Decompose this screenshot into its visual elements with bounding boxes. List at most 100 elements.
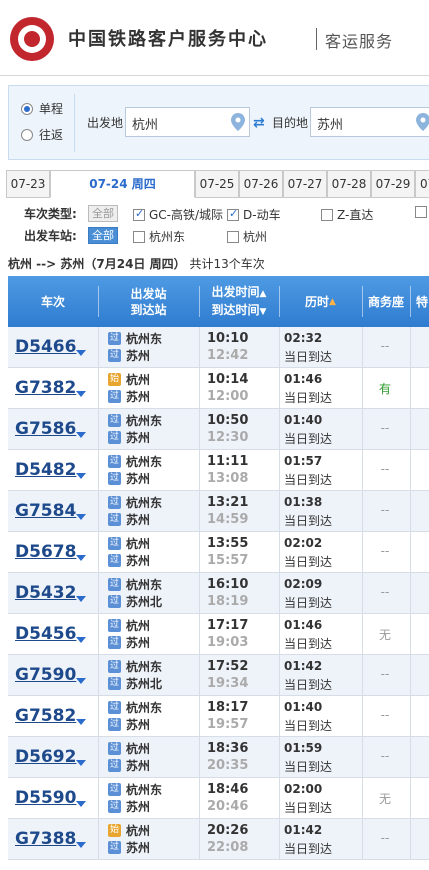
train-number-link[interactable]: G7584 — [15, 501, 76, 521]
filter-gc[interactable]: GC-高铁/城际 — [133, 206, 223, 223]
date-tab[interactable]: 07-25 — [195, 170, 239, 198]
departure-time: 20:26 — [207, 823, 249, 838]
checkbox-label: 杭州 — [243, 230, 268, 244]
date-tab[interactable]: 07-23 — [6, 170, 50, 198]
filter-z[interactable]: Z-直达 — [321, 206, 373, 223]
date-tab[interactable]: 07-27 — [283, 170, 327, 198]
train-number-link[interactable]: G7388 — [15, 829, 76, 849]
train-number-link[interactable]: D5590 — [15, 788, 76, 808]
divider — [199, 368, 200, 409]
expand-stops-icon[interactable] — [76, 473, 86, 479]
location-pin-icon[interactable] — [416, 113, 429, 131]
expand-stops-icon[interactable] — [76, 596, 86, 602]
sort-up-icon[interactable]: ▲ — [329, 294, 336, 310]
station-type-badge: 始 — [108, 824, 121, 837]
col-station[interactable]: 出发站 到达站 — [98, 276, 199, 327]
train-number-link[interactable]: D5456 — [15, 624, 76, 644]
expand-stops-icon[interactable] — [76, 842, 86, 848]
station-type-badge: 过 — [108, 349, 121, 362]
arrival-station: 苏州北 — [126, 677, 163, 691]
duration: 02:00 — [284, 782, 323, 796]
filter-d[interactable]: D-动车 — [227, 206, 281, 223]
duration: 01:42 — [284, 823, 323, 837]
station-all-button[interactable]: 全部 — [88, 227, 118, 244]
departure-time: 17:17 — [207, 618, 249, 633]
arrive-note: 当日到达 — [284, 473, 333, 487]
expand-stops-icon[interactable] — [76, 760, 86, 766]
arrive-note: 当日到达 — [284, 719, 333, 733]
train-number-link[interactable]: D5432 — [15, 583, 76, 603]
radio-icon[interactable] — [21, 102, 33, 115]
to-field[interactable]: 苏州 — [310, 107, 429, 137]
filter-more[interactable] — [415, 206, 429, 218]
table-row[interactable]: D5590 过杭州东过苏州 18:46 20:46 02:00 当日到达 无 — [8, 778, 429, 819]
duration: 01:40 — [284, 700, 323, 714]
expand-stops-icon[interactable] — [76, 432, 86, 438]
expand-stops-icon[interactable] — [76, 678, 86, 684]
table-row[interactable]: G7388 始杭州过苏州 20:26 22:08 01:42 当日到达 -- — [8, 819, 429, 860]
expand-stops-icon[interactable] — [76, 514, 86, 520]
table-row[interactable]: D5482 过杭州东过苏州 11:11 13:08 01:57 当日到达 -- — [8, 450, 429, 491]
checkbox-icon[interactable] — [133, 207, 145, 221]
expand-stops-icon[interactable] — [76, 719, 86, 725]
train-number-link[interactable]: D5482 — [15, 460, 76, 480]
railway-logo-icon[interactable] — [10, 17, 54, 61]
table-row[interactable]: D5678 过杭州过苏州 13:55 15:57 02:02 当日到达 -- — [8, 532, 429, 573]
date-tab[interactable]: 07-26 — [239, 170, 283, 198]
col-train[interactable]: 车次 — [8, 276, 98, 327]
table-row[interactable]: D5432 过杭州东过苏州北 16:10 18:19 02:09 当日到达 -- — [8, 573, 429, 614]
swap-stations-icon[interactable]: ⇄ — [253, 115, 265, 131]
date-tab[interactable]: 07- — [415, 170, 429, 198]
station-type-badge: 过 — [108, 472, 121, 485]
arrive-note: 当日到达 — [284, 514, 333, 528]
table-row[interactable]: G7590 过杭州东过苏州北 17:52 19:34 01:42 当日到达 -- — [8, 655, 429, 696]
arrive-note: 当日到达 — [284, 801, 333, 815]
divider — [410, 368, 411, 409]
table-row[interactable]: G7582 过杭州东过苏州 18:17 19:57 01:40 当日到达 -- — [8, 696, 429, 737]
checkbox-icon[interactable] — [133, 230, 145, 243]
sort-down-icon[interactable]: ▼ — [260, 307, 267, 317]
trip-type-roundtrip[interactable]: 往返 — [21, 126, 63, 143]
radio-icon[interactable] — [21, 128, 33, 141]
checkbox-icon[interactable] — [415, 206, 427, 218]
checkbox-icon[interactable] — [227, 230, 239, 243]
trip-type-oneway[interactable]: 单程 — [21, 100, 63, 117]
departure-station: 杭州 — [126, 537, 151, 551]
train-number-link[interactable]: D5466 — [15, 337, 76, 357]
table-row[interactable]: G7584 过杭州东过苏州 13:21 14:59 01:38 当日到达 -- — [8, 491, 429, 532]
col-duration[interactable]: 历时 ▲ — [279, 276, 362, 327]
train-number-link[interactable]: G7582 — [15, 706, 76, 726]
table-row[interactable]: D5692 过杭州过苏州 18:36 20:35 01:59 当日到达 -- — [8, 737, 429, 778]
divider — [279, 819, 280, 860]
expand-stops-icon[interactable] — [76, 391, 86, 397]
col-label: 特 — [416, 294, 429, 309]
expand-stops-icon[interactable] — [76, 555, 86, 561]
filter-station-hangzhou[interactable]: 杭州 — [227, 228, 267, 245]
duration: 01:59 — [284, 741, 323, 755]
checkbox-icon[interactable] — [227, 207, 239, 221]
expand-stops-icon[interactable] — [76, 350, 86, 356]
table-row[interactable]: D5466 过杭州东过苏州 10:10 12:42 02:32 当日到达 -- — [8, 327, 429, 368]
divider — [279, 450, 280, 491]
table-row[interactable]: D5456 过杭州过苏州 17:17 19:03 01:46 当日到达 无 — [8, 614, 429, 655]
location-pin-icon[interactable] — [231, 113, 245, 131]
train-number-link[interactable]: G7590 — [15, 665, 76, 685]
checkbox-icon[interactable] — [321, 208, 333, 221]
date-tab[interactable]: 07-28 — [327, 170, 371, 198]
train-number-link[interactable]: G7586 — [15, 419, 76, 439]
train-number-link[interactable]: D5678 — [15, 542, 76, 562]
train-type-all-button[interactable]: 全部 — [88, 205, 118, 222]
expand-stops-icon[interactable] — [76, 801, 86, 807]
col-time[interactable]: 出发时间▲ 到达时间▼ — [199, 276, 279, 327]
duration: 02:32 — [284, 331, 323, 345]
date-tab-active[interactable]: 07-24 周四 — [50, 170, 195, 198]
table-row[interactable]: G7586 过杭州东过苏州 10:50 12:30 01:40 当日到达 -- — [8, 409, 429, 450]
train-number-link[interactable]: G7382 — [15, 378, 76, 398]
filter-station-hangzhoudong[interactable]: 杭州东 — [133, 228, 185, 245]
table-row[interactable]: G7382 始杭州过苏州 10:14 12:00 01:46 当日到达 有 — [8, 368, 429, 409]
sort-up-icon[interactable]: ▲ — [260, 289, 267, 299]
date-tab[interactable]: 07-29 — [371, 170, 415, 198]
expand-stops-icon[interactable] — [76, 637, 86, 643]
train-number-link[interactable]: D5692 — [15, 747, 76, 767]
from-field[interactable]: 杭州 — [125, 107, 250, 137]
